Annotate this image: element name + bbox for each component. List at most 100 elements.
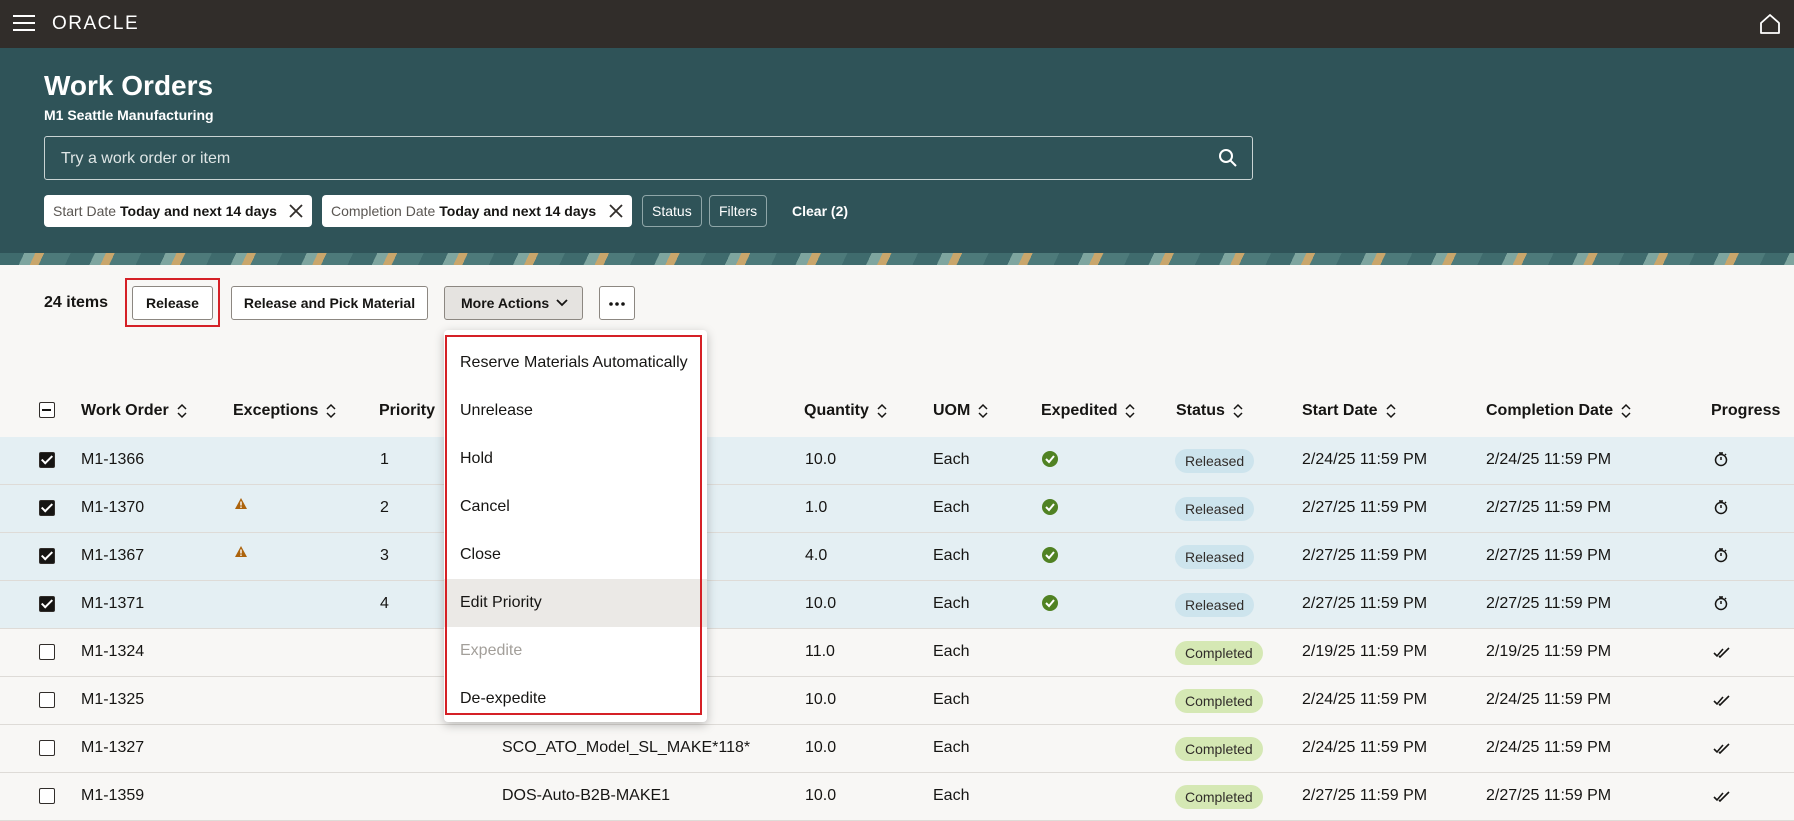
column-label: Priority bbox=[379, 402, 436, 419]
quantity-value: 11.0 bbox=[805, 643, 835, 660]
home-icon[interactable] bbox=[1758, 12, 1782, 36]
select-all-checkbox[interactable] bbox=[39, 402, 55, 418]
quantity-value: 10.0 bbox=[805, 691, 837, 708]
completion-date-value: 2/27/25 11:59 PM bbox=[1486, 595, 1612, 612]
release-button[interactable]: Release bbox=[132, 286, 213, 320]
completion-date-value: 2/24/25 11:59 PM bbox=[1486, 691, 1612, 708]
work-order-number[interactable]: M1-1324 bbox=[81, 643, 144, 661]
completion-date-value: 2/24/25 11:59 PM bbox=[1486, 451, 1612, 468]
expedited-check-icon bbox=[1041, 450, 1059, 473]
column-header-uom[interactable]: UOM bbox=[933, 402, 988, 420]
completion-date-value: 2/19/25 11:59 PM bbox=[1486, 643, 1612, 660]
column-header-work-order[interactable]: Work Order bbox=[81, 402, 187, 420]
start-date-value: 2/27/25 11:59 PM bbox=[1302, 787, 1428, 804]
column-label: Start Date bbox=[1302, 402, 1378, 419]
hamburger-menu-icon[interactable] bbox=[13, 15, 35, 32]
double-check-icon bbox=[1713, 790, 1731, 808]
table-row[interactable]: M1-1327 SCO_ATO_Model_SL_MAKE*118* 10.0 Eac… bbox=[0, 725, 1794, 773]
uom-value: Each bbox=[933, 691, 970, 708]
chip-label: Start Date bbox=[53, 203, 117, 219]
uom-value: Each bbox=[933, 547, 970, 564]
more-actions-button[interactable]: More Actions bbox=[444, 286, 583, 320]
column-header-quantity[interactable]: Quantity bbox=[804, 402, 887, 420]
stopwatch-icon bbox=[1713, 547, 1729, 568]
priority-value: 2 bbox=[380, 499, 389, 516]
status-badge: Released bbox=[1175, 497, 1255, 521]
column-header-exceptions[interactable]: Exceptions bbox=[233, 402, 336, 420]
priority-value: 3 bbox=[380, 547, 389, 564]
row-checkbox[interactable] bbox=[39, 644, 55, 660]
double-check-icon bbox=[1713, 742, 1731, 760]
sort-icon bbox=[978, 403, 988, 418]
work-order-number[interactable]: M1-1359 bbox=[81, 787, 144, 805]
uom-value: Each bbox=[933, 595, 970, 612]
completion-date-filter-chip[interactable]: Completion Date Today and next 14 days bbox=[322, 195, 632, 227]
status-badge: Released bbox=[1175, 593, 1255, 617]
chip-value: Today and next 14 days bbox=[439, 203, 597, 219]
status-badge: Completed bbox=[1175, 785, 1263, 809]
work-order-number[interactable]: M1-1325 bbox=[81, 691, 144, 709]
table-row[interactable]: M1-1324 11.0 Each Completed 2/19/25 11:59 PM… bbox=[0, 629, 1794, 677]
start-date-value: 2/24/25 11:59 PM bbox=[1302, 739, 1428, 756]
warning-icon bbox=[234, 497, 248, 515]
column-header-status[interactable]: Status bbox=[1176, 402, 1243, 420]
table-row[interactable]: M1-1371 4 10.0 Each Released 2/27/25 11:59 PM… bbox=[0, 581, 1794, 629]
search-input[interactable] bbox=[45, 137, 1203, 181]
uom-value: Each bbox=[933, 643, 970, 660]
chip-label: Completion Date bbox=[331, 203, 436, 219]
work-order-number[interactable]: M1-1371 bbox=[81, 595, 144, 613]
close-icon[interactable] bbox=[608, 203, 624, 219]
table-row[interactable]: M1-1366 1 10.0 Each Released 2/24/25 11:59 PM… bbox=[0, 437, 1794, 485]
filters-button[interactable]: Filters bbox=[709, 195, 768, 227]
table-row[interactable]: M1-1325 10.0 Each Completed 2/24/25 11:59 PM… bbox=[0, 677, 1794, 725]
column-label: Progress bbox=[1711, 402, 1781, 419]
start-date-filter-chip[interactable]: Start Date Today and next 14 days bbox=[44, 195, 312, 227]
start-date-value: 2/27/25 11:59 PM bbox=[1302, 499, 1428, 516]
row-checkbox[interactable] bbox=[39, 596, 55, 612]
work-order-number[interactable]: M1-1370 bbox=[81, 499, 144, 517]
table-row[interactable]: M1-1359 DOS-Auto-B2B-MAKE1 10.0 Each Complet… bbox=[0, 773, 1794, 821]
column-label: Status bbox=[1176, 402, 1225, 419]
row-checkbox[interactable] bbox=[39, 452, 55, 468]
column-header-progress: Progress bbox=[1711, 402, 1780, 420]
work-order-number[interactable]: M1-1367 bbox=[81, 547, 144, 565]
status-badge: Completed bbox=[1175, 689, 1263, 713]
column-header-priority[interactable]: Priority bbox=[379, 402, 435, 420]
sort-icon bbox=[326, 403, 336, 418]
uom-value: Each bbox=[933, 739, 970, 756]
decorative-banner bbox=[0, 253, 1794, 265]
start-date-value: 2/27/25 11:59 PM bbox=[1302, 595, 1428, 612]
row-checkbox[interactable] bbox=[39, 500, 55, 516]
item-count: 24 items bbox=[44, 294, 109, 311]
overflow-button[interactable] bbox=[599, 286, 635, 320]
row-checkbox[interactable] bbox=[39, 548, 55, 564]
quantity-value: 10.0 bbox=[805, 739, 837, 756]
status-badge: Released bbox=[1175, 545, 1255, 569]
table-row[interactable]: M1-1367 3 4.0 Each Released 2/27/25 11:59 PM 2… bbox=[0, 533, 1794, 581]
completion-date-value: 2/27/25 11:59 PM bbox=[1486, 547, 1612, 564]
row-checkbox[interactable] bbox=[39, 788, 55, 804]
row-checkbox[interactable] bbox=[39, 692, 55, 708]
column-header-completion-date[interactable]: Completion Date bbox=[1486, 402, 1631, 420]
table-row[interactable]: M1-13702*118*1.0EachReleased2/27/25 11:5… bbox=[0, 485, 1794, 533]
column-header-expedited[interactable]: Expedited bbox=[1041, 402, 1135, 420]
sort-icon bbox=[877, 403, 887, 418]
quantity-value: 4.0 bbox=[805, 547, 828, 564]
column-header-start-date[interactable]: Start Date bbox=[1302, 402, 1396, 420]
status-filter-button[interactable]: Status bbox=[642, 195, 702, 227]
clear-filters-link[interactable]: Clear (2) bbox=[792, 203, 848, 219]
column-label: Work Order bbox=[81, 402, 169, 419]
release-and-pick-material-button[interactable]: Release and Pick Material bbox=[231, 286, 428, 320]
start-date-value: 2/19/25 11:59 PM bbox=[1302, 643, 1428, 660]
work-order-number[interactable]: M1-1366 bbox=[81, 451, 144, 469]
close-icon[interactable] bbox=[288, 203, 304, 219]
quantity-value: 10.0 bbox=[805, 595, 837, 612]
search-icon[interactable] bbox=[1218, 148, 1238, 168]
top-bar: ORACLE bbox=[0, 0, 1794, 48]
uom-value: Each bbox=[933, 451, 970, 468]
quantity-value: 10.0 bbox=[805, 787, 837, 804]
column-label: Exceptions bbox=[233, 402, 319, 419]
work-order-number[interactable]: M1-1327 bbox=[81, 739, 144, 757]
row-checkbox[interactable] bbox=[39, 740, 55, 756]
page-title: Work Orders bbox=[44, 70, 214, 101]
